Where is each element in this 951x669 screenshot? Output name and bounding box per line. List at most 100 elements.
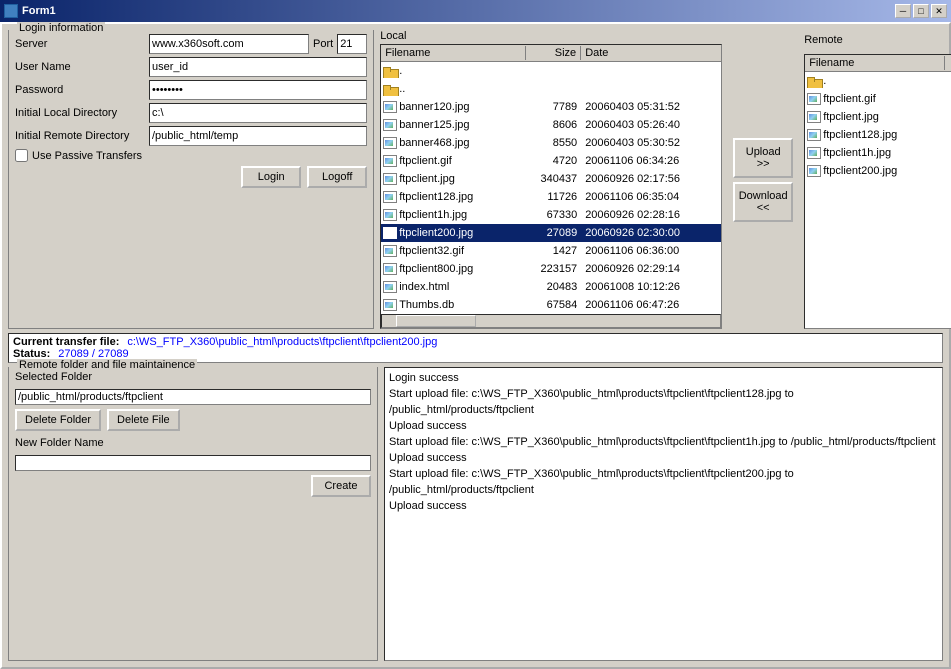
- initial-local-row: Initial Local Directory: [15, 103, 367, 123]
- local-file-row[interactable]: ftpclient32.gif142720061106 06:36:00: [381, 242, 721, 260]
- password-input[interactable]: [149, 80, 367, 100]
- remote-file-row[interactable]: ftpclient1h.jpg67330: [805, 144, 951, 162]
- local-file-row[interactable]: Thumbs.db6758420061106 06:47:26: [381, 296, 721, 314]
- local-file-row[interactable]: index.html2048320061008 10:12:26: [381, 278, 721, 296]
- local-file-row[interactable]: ftpclient1h.jpg6733020060926 02:28:16: [381, 206, 721, 224]
- local-file-name: ftpclient800.jpg: [381, 262, 526, 276]
- file-icon: [383, 191, 397, 203]
- remote-file-body[interactable]: .ftpclient.gif4720ftpclient.jpg340437ftp…: [805, 72, 951, 328]
- local-file-row[interactable]: ..: [381, 80, 721, 98]
- local-file-size: 7789: [526, 100, 581, 114]
- passive-checkbox[interactable]: [15, 149, 28, 162]
- log-line: Start upload file: c:\WS_FTP_X360\public…: [389, 386, 938, 418]
- minimize-button[interactable]: ─: [895, 4, 911, 18]
- remote-top: Remote Refresh: [804, 30, 951, 52]
- password-label: Password: [15, 84, 145, 96]
- create-button[interactable]: Create: [311, 475, 371, 497]
- download-button[interactable]: Download <<: [733, 182, 793, 222]
- local-file-name: ftpclient1h.jpg: [381, 208, 526, 222]
- selected-folder-input[interactable]: [15, 389, 371, 405]
- username-row: User Name: [15, 57, 367, 77]
- remote-file-row[interactable]: ftpclient.gif4720: [805, 90, 951, 108]
- download-label1: Download: [739, 190, 788, 202]
- log-line: Login success: [389, 370, 938, 386]
- local-file-date: [581, 70, 721, 72]
- upload-button[interactable]: Upload >>: [733, 138, 793, 178]
- local-file-body[interactable]: ...banner120.jpg778920060403 05:31:52ban…: [381, 62, 721, 314]
- local-file-size: 67584: [526, 298, 581, 312]
- window-controls: ─ □ ✕: [895, 4, 947, 18]
- port-input[interactable]: [337, 34, 367, 54]
- login-button[interactable]: Login: [241, 166, 301, 188]
- folder-group-label: Remote folder and file maintainence: [17, 359, 197, 371]
- local-file-name: index.html: [381, 280, 526, 294]
- remote-file-name: .: [805, 74, 945, 88]
- delete-file-button[interactable]: Delete File: [107, 409, 180, 431]
- local-file-date: 20061008 10:12:26: [581, 280, 721, 294]
- middle-row: Remote folder and file maintainence Sele…: [8, 367, 943, 661]
- initial-remote-input[interactable]: [149, 126, 367, 146]
- local-file-row[interactable]: banner125.jpg860620060403 05:26:40: [381, 116, 721, 134]
- local-file-name: ftpclient32.gif: [381, 244, 526, 258]
- close-button[interactable]: ✕: [931, 4, 947, 18]
- local-file-row[interactable]: .: [381, 62, 721, 80]
- local-file-row[interactable]: banner120.jpg778920060403 05:31:52: [381, 98, 721, 116]
- remote-file-size: [945, 80, 951, 82]
- file-icon: [383, 209, 397, 221]
- initial-local-input[interactable]: [149, 103, 367, 123]
- local-title: Local: [380, 30, 722, 42]
- file-icon: [383, 263, 397, 275]
- local-file-row[interactable]: ftpclient.gif472020061106 06:34:26: [381, 152, 721, 170]
- local-file-size: 223157: [526, 262, 581, 276]
- log-line: Upload success: [389, 418, 938, 434]
- remote-file-name: ftpclient200.jpg: [805, 164, 945, 178]
- remote-file-list: Filename Size .ftpclient.gif4720ftpclien…: [804, 54, 951, 329]
- initial-local-label: Initial Local Directory: [15, 107, 145, 119]
- local-file-date: 20060926 02:30:00: [581, 226, 721, 240]
- remote-file-size: 340437: [945, 110, 951, 124]
- local-file-header: Filename Size Date: [381, 45, 721, 62]
- local-file-row[interactable]: ftpclient200.jpg2708920060926 02:30:00: [381, 224, 721, 242]
- remote-file-size: 4720: [945, 92, 951, 106]
- remote-col-filename: Filename: [805, 56, 945, 70]
- server-input[interactable]: [149, 34, 309, 54]
- passive-label: Use Passive Transfers: [32, 150, 142, 162]
- remote-file-name: ftpclient128.jpg: [805, 128, 945, 142]
- remote-file-row[interactable]: .: [805, 72, 951, 90]
- delete-folder-button[interactable]: Delete Folder: [15, 409, 101, 431]
- local-file-date: 20061106 06:34:26: [581, 154, 721, 168]
- new-folder-label: New Folder Name: [15, 437, 104, 449]
- local-file-row[interactable]: banner468.jpg855020060403 05:30:52: [381, 134, 721, 152]
- local-file-date: [581, 88, 721, 90]
- local-file-size: 27089: [526, 226, 581, 240]
- username-input[interactable]: [149, 57, 367, 77]
- file-icon: [383, 299, 397, 311]
- logoff-button[interactable]: Logoff: [307, 166, 367, 188]
- remote-file-row[interactable]: ftpclient200.jpg27089: [805, 162, 951, 180]
- folder-group: Remote folder and file maintainence Sele…: [8, 367, 378, 661]
- local-file-date: 20060403 05:26:40: [581, 118, 721, 132]
- local-scrollbar[interactable]: [381, 314, 721, 328]
- local-scrollbar-thumb[interactable]: [396, 315, 476, 327]
- local-file-date: 20061106 06:35:04: [581, 190, 721, 204]
- app-icon: [4, 4, 18, 18]
- login-buttons: Login Logoff: [15, 166, 367, 188]
- local-file-row[interactable]: ftpclient128.jpg1172620061106 06:35:04: [381, 188, 721, 206]
- folder-action-buttons: Delete Folder Delete File: [15, 409, 371, 431]
- upload-label2: >>: [757, 158, 770, 170]
- selected-folder-label: Selected Folder: [15, 371, 92, 383]
- local-file-row[interactable]: ftpclient.jpg34043720060926 02:17:56: [381, 170, 721, 188]
- local-file-row[interactable]: ftpclient800.jpg22315720060926 02:29:14: [381, 260, 721, 278]
- maximize-button[interactable]: □: [913, 4, 929, 18]
- passive-row: Use Passive Transfers: [15, 149, 367, 162]
- file-icon: [807, 111, 821, 123]
- remote-file-row[interactable]: ftpclient.jpg340437: [805, 108, 951, 126]
- local-file-size: 8606: [526, 118, 581, 132]
- new-folder-input[interactable]: [15, 455, 371, 471]
- folder-icon: [807, 76, 821, 87]
- local-col-size: Size: [526, 46, 581, 60]
- remote-file-name: ftpclient.gif: [805, 92, 945, 106]
- remote-file-row[interactable]: ftpclient128.jpg11726: [805, 126, 951, 144]
- log-line: Upload success: [389, 498, 938, 514]
- file-icon: [383, 227, 397, 239]
